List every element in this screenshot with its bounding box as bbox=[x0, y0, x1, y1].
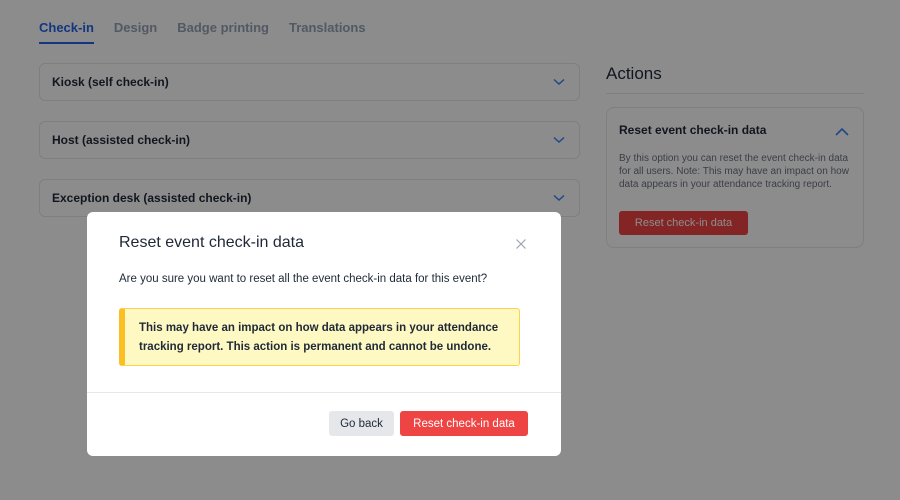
close-icon[interactable] bbox=[515, 237, 529, 251]
reset-confirm-dialog: Reset event check-in data Are you sure y… bbox=[87, 212, 561, 456]
confirm-reset-button[interactable]: Reset check-in data bbox=[400, 411, 528, 436]
dialog-title: Reset event check-in data bbox=[119, 234, 304, 251]
dialog-question: Are you sure you want to reset all the e… bbox=[119, 273, 488, 285]
divider bbox=[87, 392, 561, 393]
warning-alert: This may have an impact on how data appe… bbox=[119, 308, 520, 366]
go-back-button[interactable]: Go back bbox=[329, 411, 394, 436]
